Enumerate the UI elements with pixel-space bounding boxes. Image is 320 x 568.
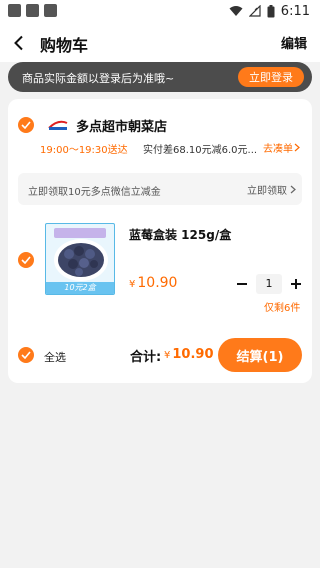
notification-icon	[8, 4, 21, 17]
coupon-bar[interactable]: 立即领取10元多点微信立减金 立即领取	[18, 173, 302, 205]
increase-quantity-button[interactable]	[286, 274, 306, 294]
minus-icon	[237, 283, 247, 285]
select-all-label[interactable]: 全选	[44, 349, 66, 365]
notification-icon	[44, 4, 57, 17]
add-more-label: 去凑单	[263, 144, 293, 155]
store-name[interactable]: 多点超市朝菜店	[76, 116, 167, 135]
login-button[interactable]: 立即登录	[238, 67, 304, 87]
back-arrow-icon	[14, 35, 23, 51]
nav-bar: 购物车 编辑	[0, 24, 320, 62]
coupon-claim-link[interactable]: 立即领取	[247, 182, 296, 197]
product-name[interactable]: 蓝莓盒装 125g/盒	[129, 226, 231, 243]
coupon-claim-label: 立即领取	[247, 186, 287, 197]
cart-card: 多点超市朝菜店 19:00～19:30送达 实付差68.10元减6.0元... …	[8, 99, 312, 383]
chevron-right-icon	[294, 143, 300, 152]
signal-icon	[248, 5, 261, 17]
quantity-input[interactable]: 1	[256, 274, 282, 294]
currency-symbol: ¥	[129, 279, 136, 290]
item-checkbox[interactable]	[18, 252, 34, 268]
check-icon	[21, 351, 31, 359]
select-all-checkbox[interactable]	[18, 347, 34, 363]
store-logo	[48, 120, 68, 130]
wifi-icon	[229, 6, 243, 16]
notification-icon	[26, 4, 39, 17]
back-button[interactable]	[8, 32, 30, 54]
chevron-right-icon	[290, 185, 296, 194]
product-image[interactable]: 10元2盒	[45, 223, 115, 295]
battery-icon	[267, 4, 275, 17]
login-banner: 商品实际金额以登录后为准哦~ 立即登录	[8, 62, 312, 92]
decrease-quantity-button[interactable]	[232, 274, 252, 294]
delivery-note: 实付差68.10元减6.0元...	[143, 145, 258, 156]
product-price-value: 10.90	[137, 275, 178, 291]
add-more-link[interactable]: 去凑单	[263, 140, 300, 155]
stock-remaining: 仅剩6件	[264, 303, 301, 314]
delivery-time: 19:00～19:30送达	[40, 145, 128, 156]
quantity-stepper: 1	[232, 274, 306, 294]
total-label: 合计:	[130, 350, 162, 365]
plus-icon	[291, 279, 301, 289]
login-banner-text: 商品实际金额以登录后为准哦~	[22, 72, 175, 85]
checkout-button[interactable]: 结算(1)	[218, 338, 302, 372]
product-price: ¥10.90	[129, 275, 177, 291]
store-checkbox[interactable]	[18, 117, 34, 133]
check-icon	[21, 256, 31, 264]
product-image-label: 10元2盒	[46, 282, 114, 294]
edit-button[interactable]: 编辑	[281, 33, 307, 52]
currency-symbol: ¥	[164, 350, 171, 361]
blueberry-image	[54, 239, 108, 281]
clock: 6:11	[280, 3, 310, 19]
total-amount-value: 10.90	[172, 347, 214, 362]
total-amount: ¥10.90	[164, 347, 214, 362]
coupon-text: 立即领取10元多点微信立减金	[28, 187, 161, 198]
check-icon	[21, 121, 31, 129]
page-title: 购物车	[40, 36, 89, 55]
status-bar: 6:11	[0, 0, 320, 24]
